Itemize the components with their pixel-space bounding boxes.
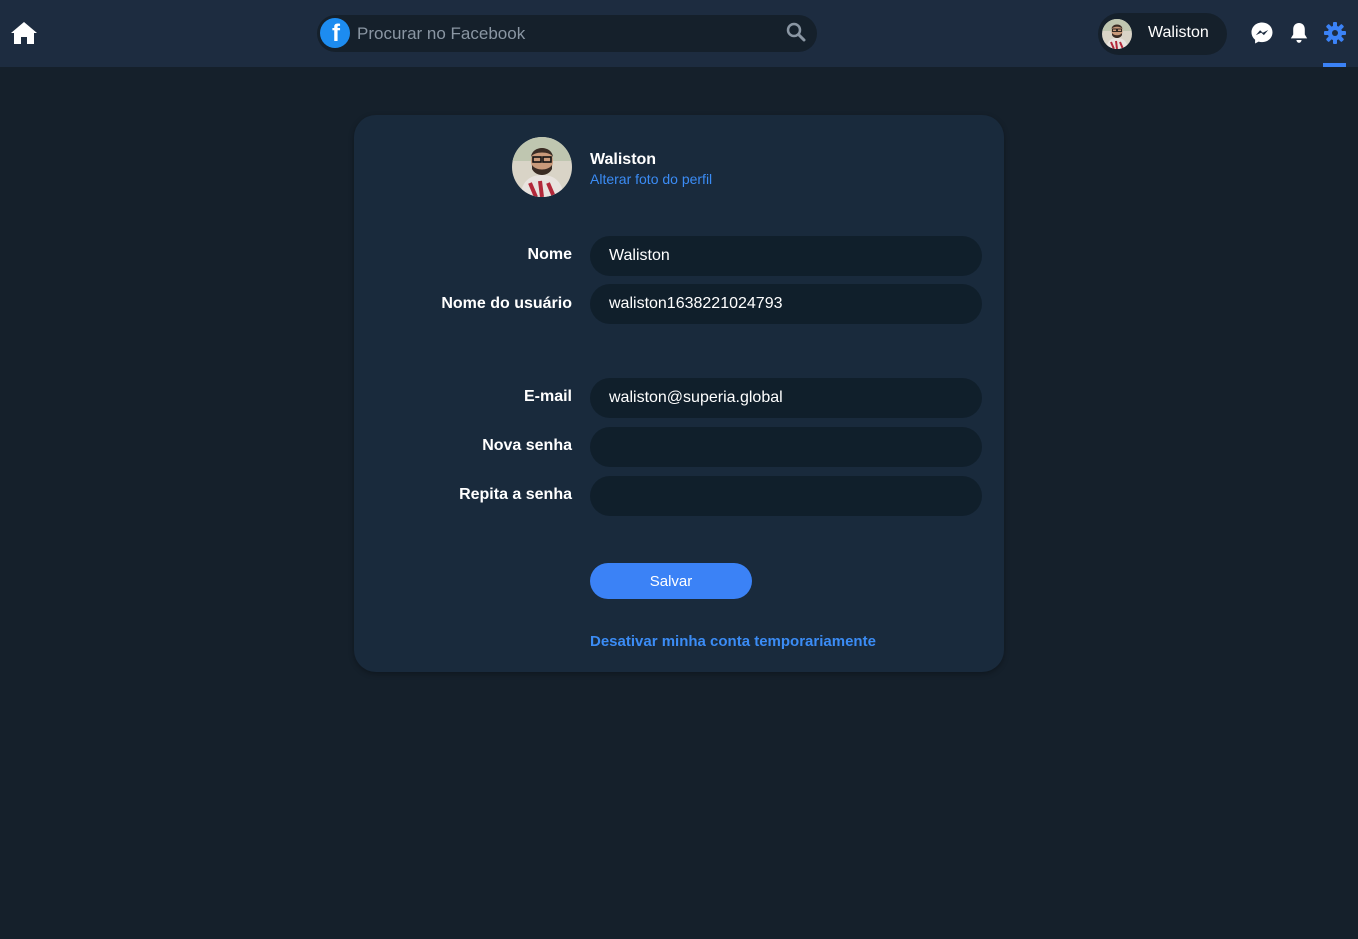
new-password-label: Nova senha	[482, 437, 572, 454]
messenger-icon[interactable]	[1250, 21, 1274, 45]
gear-icon[interactable]	[1323, 21, 1347, 45]
active-tab-indicator	[1323, 63, 1346, 67]
profile-chip-name: Waliston	[1148, 24, 1209, 41]
email-label: E-mail	[523, 388, 572, 405]
search-input[interactable]	[357, 15, 777, 52]
facebook-logo-icon[interactable]: f	[320, 18, 350, 48]
home-button[interactable]	[9, 19, 39, 47]
new-password-field[interactable]	[590, 427, 982, 467]
search-icon[interactable]	[786, 22, 806, 42]
deactivate-account-link[interactable]: Desativar minha conta temporariamente	[590, 633, 876, 650]
home-icon	[11, 22, 37, 44]
repeat-password-field[interactable]	[590, 476, 982, 516]
profile-name: Waliston	[590, 151, 657, 168]
username-field[interactable]	[590, 284, 982, 324]
search-box: f	[317, 15, 817, 52]
bell-icon[interactable]	[1287, 21, 1311, 45]
email-field[interactable]	[590, 378, 982, 418]
username-label: Nome do usuário	[441, 295, 572, 312]
change-profile-photo-link[interactable]: Alterar foto do perfil	[590, 171, 712, 187]
profile-avatar[interactable]	[512, 137, 572, 197]
profile-chip[interactable]: Waliston	[1098, 13, 1227, 55]
account-settings-card: Waliston Alterar foto do perfil Nome Nom…	[354, 115, 1004, 672]
top-navigation-bar: f Waliston	[0, 0, 1358, 67]
name-field[interactable]	[590, 236, 982, 276]
save-button[interactable]: Salvar	[590, 563, 752, 599]
repeat-password-label: Repita a senha	[459, 486, 572, 503]
name-label: Nome	[527, 246, 572, 263]
avatar	[1102, 19, 1132, 49]
